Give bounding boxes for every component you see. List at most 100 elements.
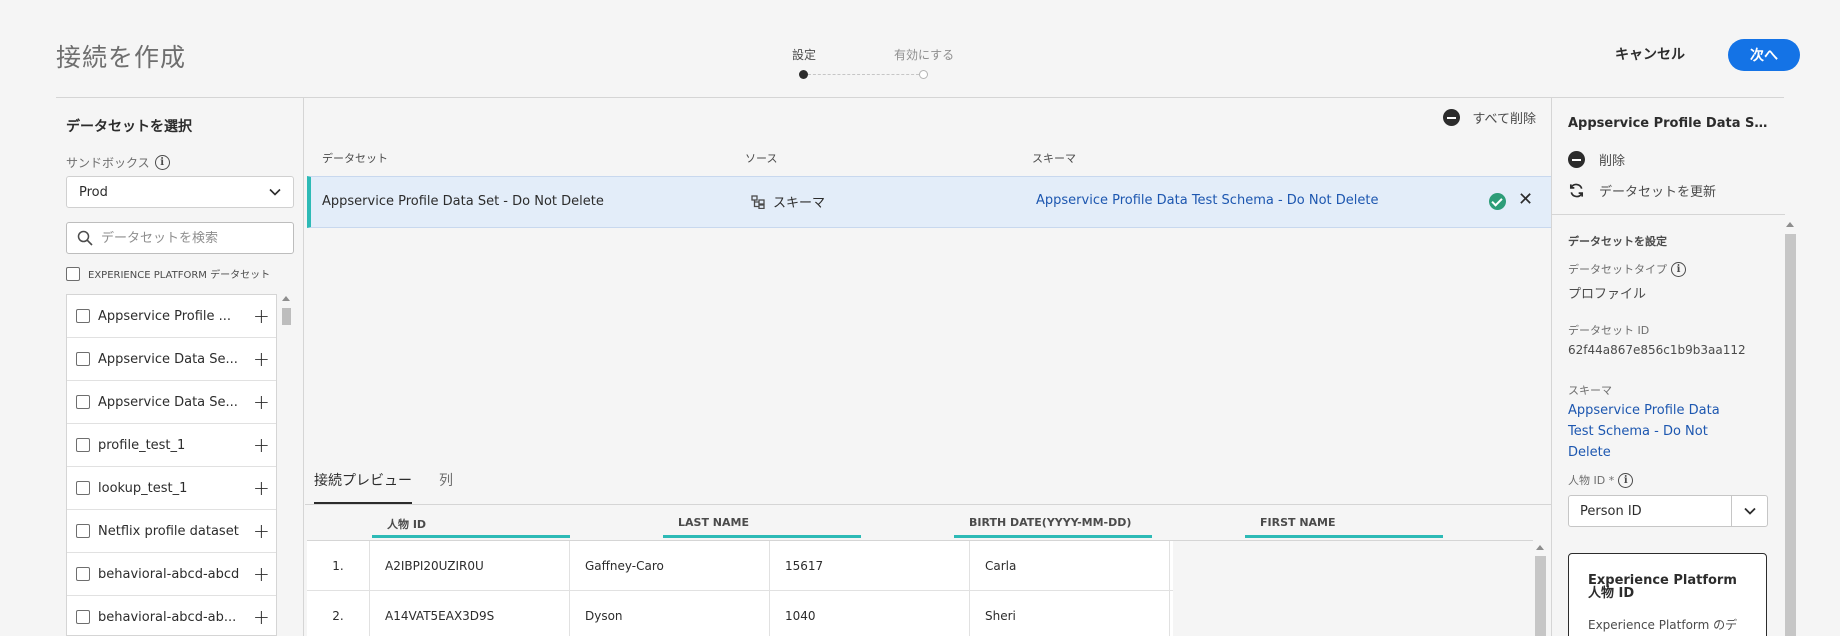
dataset-checkbox[interactable] bbox=[76, 610, 90, 624]
card-title: Experience Platform 人物 ID bbox=[1588, 573, 1737, 601]
person-id-dropdown[interactable]: Person ID bbox=[1568, 495, 1768, 527]
dataset-id-value: 62f44a867e856c1b9b3aa112 bbox=[1568, 343, 1746, 357]
dataset-settings-panel: Appservice Profile Data Set - Do Not Del… bbox=[1551, 98, 1785, 636]
sandbox-dropdown[interactable]: Prod bbox=[66, 176, 294, 208]
list-item[interactable]: profile_test_1 + bbox=[67, 424, 276, 467]
table-cell: 1040 bbox=[770, 591, 970, 636]
step-dot-current bbox=[799, 70, 808, 79]
dataset-type-label: データセットタイプ i bbox=[1568, 261, 1686, 277]
schema-icon bbox=[751, 194, 765, 209]
table-cell: A2IBPI20UZIR0U bbox=[370, 541, 570, 590]
scroll-thumb[interactable] bbox=[1535, 556, 1546, 636]
add-icon[interactable]: + bbox=[253, 392, 270, 412]
card-subtitle: Experience Platform のデ bbox=[1588, 618, 1738, 632]
sandbox-label: サンドボックス i bbox=[66, 154, 170, 171]
list-item[interactable]: Netflix profile dataset + bbox=[67, 510, 276, 553]
experience-platform-checkbox[interactable] bbox=[66, 266, 80, 281]
dataset-label: behavioral-abcd-ab... bbox=[98, 609, 237, 625]
chevron-down-icon bbox=[1743, 507, 1756, 515]
table-row: 1. A2IBPI20UZIR0U Gaffney-Caro 15617 Car… bbox=[307, 541, 1173, 591]
list-item[interactable]: Appservice Data Se... + bbox=[67, 381, 276, 424]
column-header-dataset: データセット bbox=[322, 152, 388, 165]
experience-platform-filter[interactable]: EXPERIENCE PLATFORM データセット bbox=[66, 266, 270, 281]
cancel-button[interactable]: キャンセル bbox=[1615, 44, 1685, 64]
settings-scrollbar[interactable] bbox=[1784, 218, 1797, 636]
list-item[interactable]: lookup_test_1 + bbox=[67, 467, 276, 510]
experience-platform-label: EXPERIENCE PLATFORM データセット bbox=[88, 270, 271, 281]
dataset-id-label: データセット ID bbox=[1568, 324, 1650, 337]
sandbox-label-text: サンドボックス bbox=[66, 156, 150, 170]
search-icon bbox=[77, 230, 93, 246]
selected-dataset-name: Appservice Profile Data Set - Do Not Del… bbox=[322, 194, 604, 209]
remove-circle-icon bbox=[1568, 151, 1585, 168]
info-icon[interactable]: i bbox=[1618, 472, 1634, 488]
scroll-up-icon[interactable] bbox=[1786, 222, 1794, 227]
tab-connection-preview[interactable]: 接続プレビュー bbox=[314, 470, 412, 504]
list-item[interactable]: behavioral-abcd-ab... + bbox=[67, 596, 276, 635]
list-item[interactable]: Appservice Data Se... + bbox=[67, 338, 276, 381]
dataset-checkbox[interactable] bbox=[76, 352, 90, 366]
tab-columns[interactable]: 列 bbox=[439, 470, 453, 504]
schema-link[interactable]: Appservice Profile Data Test Schema - Do… bbox=[1036, 193, 1379, 208]
list-item[interactable]: behavioral-abcd-abcd + bbox=[67, 553, 276, 596]
dataset-settings-title: Appservice Profile Data Set - Do Not Del… bbox=[1568, 116, 1773, 131]
next-button[interactable]: 次へ bbox=[1728, 39, 1800, 71]
scroll-up-icon[interactable] bbox=[1536, 545, 1544, 550]
add-icon[interactable]: + bbox=[253, 349, 270, 369]
search-input[interactable] bbox=[101, 230, 281, 246]
scroll-up-icon[interactable] bbox=[282, 296, 290, 301]
add-icon[interactable]: + bbox=[253, 435, 270, 455]
add-icon[interactable]: + bbox=[253, 306, 270, 326]
dataset-list-scrollbar[interactable] bbox=[279, 294, 293, 636]
dropdown-button[interactable] bbox=[1731, 496, 1767, 526]
sandbox-value: Prod bbox=[79, 184, 108, 200]
remove-all-label: すべて削除 bbox=[1472, 112, 1536, 127]
person-id-card[interactable]: Experience Platform 人物 ID Experience Pla… bbox=[1568, 553, 1767, 636]
add-icon[interactable]: + bbox=[253, 478, 270, 498]
preview-scrollbar[interactable] bbox=[1533, 540, 1547, 636]
checkmark-circle-icon bbox=[1489, 193, 1506, 210]
dataset-label: lookup_test_1 bbox=[98, 480, 188, 496]
dataset-label: Appservice Data Se... bbox=[98, 351, 238, 367]
dataset-select-panel: データセットを選択 サンドボックス i Prod EXPERIENCE PLAT… bbox=[56, 98, 304, 636]
dataset-checkbox[interactable] bbox=[76, 309, 90, 323]
refresh-dataset-button[interactable]: データセットを更新 bbox=[1568, 181, 1716, 200]
dataset-select-heading: データセットを選択 bbox=[66, 119, 192, 135]
table-cell: A14VAT5EAX3D9S bbox=[370, 591, 570, 636]
dataset-checkbox[interactable] bbox=[76, 481, 90, 495]
scroll-thumb[interactable] bbox=[282, 308, 291, 325]
scroll-thumb[interactable] bbox=[1785, 234, 1796, 636]
source-cell: スキーマ bbox=[751, 192, 825, 211]
list-item[interactable]: Appservice Profile ... + bbox=[67, 295, 276, 338]
info-icon[interactable]: i bbox=[1671, 261, 1686, 277]
column-header-source: ソース bbox=[745, 152, 778, 165]
add-icon[interactable]: + bbox=[253, 521, 270, 541]
dataset-checkbox[interactable] bbox=[76, 524, 90, 538]
dataset-search[interactable] bbox=[66, 222, 294, 254]
preview-tabs: 接続プレビュー 列 bbox=[314, 470, 453, 504]
preview-header-person-id: 人物 ID bbox=[372, 516, 570, 538]
info-icon[interactable]: i bbox=[154, 155, 170, 170]
dataset-checkbox[interactable] bbox=[76, 567, 90, 581]
remove-all-button[interactable]: すべて削除 bbox=[1443, 108, 1536, 127]
person-id-label: 人物 ID * i bbox=[1568, 472, 1634, 488]
delete-label: 削除 bbox=[1599, 154, 1626, 169]
selected-dataset-row[interactable]: Appservice Profile Data Set - Do Not Del… bbox=[307, 176, 1551, 228]
close-icon[interactable]: ✕ bbox=[1518, 189, 1533, 210]
dataset-label: profile_test_1 bbox=[98, 437, 186, 453]
app-window: 接続を作成 設定 有効にする キャンセル 次へ データセットを選択 サンドボック… bbox=[0, 0, 1840, 636]
add-icon[interactable]: + bbox=[253, 607, 270, 627]
chevron-down-icon bbox=[269, 188, 281, 196]
delete-button[interactable]: 削除 bbox=[1568, 150, 1625, 169]
schema-link[interactable]: Appservice Profile Data Test Schema - Do… bbox=[1568, 400, 1743, 463]
dataset-checkbox[interactable] bbox=[76, 438, 90, 452]
dataset-label: Appservice Data Se... bbox=[98, 394, 238, 410]
dataset-label: Netflix profile dataset bbox=[98, 523, 239, 539]
selected-datasets-panel: すべて削除 データセット ソース スキーマ Appservice Profile… bbox=[305, 98, 1551, 636]
settings-body: データセットを設定 データセットタイプ i プロファイル データセット ID 6… bbox=[1552, 215, 1785, 636]
refresh-icon bbox=[1569, 183, 1584, 198]
add-icon[interactable]: + bbox=[253, 564, 270, 584]
schema-label: スキーマ bbox=[1568, 384, 1612, 397]
column-header-schema: スキーマ bbox=[1032, 152, 1076, 165]
dataset-checkbox[interactable] bbox=[76, 395, 90, 409]
